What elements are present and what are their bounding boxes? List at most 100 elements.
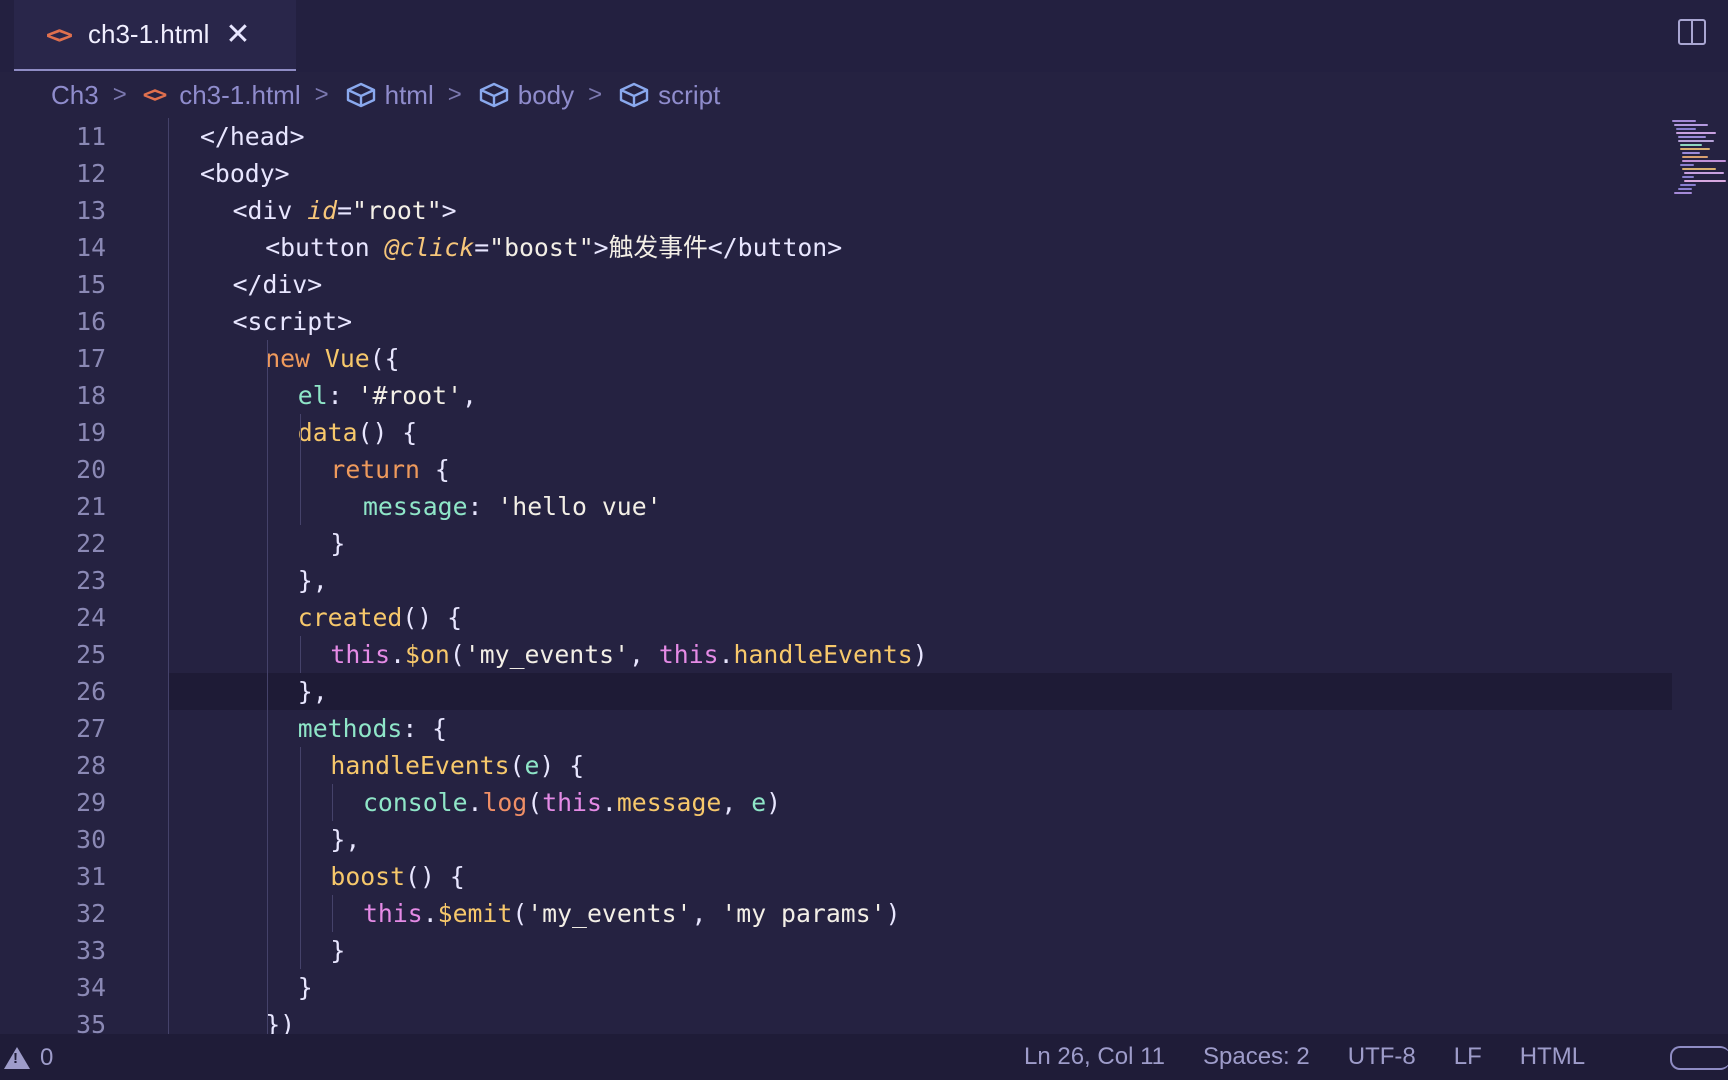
notifications-icon[interactable]	[1670, 1046, 1728, 1070]
line-number: 24	[76, 603, 106, 632]
code-token: }	[330, 936, 346, 965]
tab-ch3-1-html[interactable]: <> ch3-1.html ✕	[14, 0, 296, 71]
code-token: 'my_events'	[527, 899, 692, 928]
cursor-position[interactable]: Ln 26, Col 11	[1024, 1043, 1165, 1071]
breadcrumb-script[interactable]: script	[618, 80, 720, 111]
code-token: "boost"	[489, 233, 594, 262]
code-line[interactable]: 14 <button @click="boost">触发事件</button>	[0, 229, 1728, 266]
code-token: 'my_events'	[464, 640, 630, 669]
line-number: 29	[76, 788, 106, 817]
code-token: created	[297, 603, 403, 632]
minimap[interactable]	[1670, 118, 1726, 208]
code-text: <button @click="boost">触发事件</button>	[265, 229, 842, 266]
code-token: @click	[384, 233, 475, 262]
code-token: <button	[265, 233, 385, 262]
breadcrumb-html[interactable]: html	[345, 80, 434, 111]
code-line[interactable]: 22}	[0, 525, 1728, 562]
code-token: <script>	[232, 307, 353, 336]
line-number: 16	[76, 307, 106, 336]
end-of-line[interactable]: LF	[1454, 1043, 1482, 1071]
code-line[interactable]: 31 boost() {	[0, 858, 1728, 895]
split-editor-icon[interactable]	[1678, 19, 1706, 45]
code-line[interactable]: 11 </head>	[0, 118, 1728, 155]
encoding[interactable]: UTF-8	[1348, 1043, 1416, 1071]
language-mode[interactable]: HTML	[1520, 1043, 1585, 1071]
cube-icon	[479, 82, 508, 108]
code-line[interactable]: 16 <script>	[0, 303, 1728, 340]
code-line[interactable]: 20 return {	[0, 451, 1728, 488]
code-line[interactable]: 25 this.$on('my_events', this.handleEvent…	[0, 636, 1728, 673]
code-token: },	[330, 825, 361, 854]
code-text: console.log(this.message, e)	[363, 784, 781, 821]
code-text: }	[330, 525, 345, 562]
code-line[interactable]: 27 methods: {	[0, 710, 1728, 747]
code-line[interactable]: 29 console.log(this.message, e)	[0, 784, 1728, 821]
breadcrumb-body[interactable]: body	[478, 80, 574, 111]
line-number: 12	[76, 159, 106, 188]
code-token: console	[363, 788, 468, 817]
code-line[interactable]: 19 data() {	[0, 414, 1728, 451]
indentation[interactable]: Spaces: 2	[1203, 1043, 1310, 1071]
line-number: 21	[76, 492, 106, 521]
code-text: methods: {	[298, 710, 447, 747]
chevron-right-icon: >	[447, 81, 462, 108]
line-number: 15	[76, 270, 106, 299]
code-text: <script>	[233, 303, 352, 340]
breadcrumb-folder[interactable]: Ch3	[51, 80, 99, 111]
code-line[interactable]: 30},	[0, 821, 1728, 858]
code-token: <div	[232, 196, 308, 225]
code-token: </head>	[200, 122, 305, 151]
line-number: 26	[76, 677, 106, 706]
code-token: 'hello vue'	[497, 492, 662, 521]
code-token: return	[330, 455, 435, 484]
breadcrumb-script-label: script	[658, 79, 721, 110]
code-text: message: 'hello vue'	[363, 488, 662, 525]
code-token: )	[885, 899, 901, 928]
indent-guide	[168, 118, 169, 1034]
breadcrumb-file[interactable]: <> ch3-1.html	[143, 80, 301, 111]
code-token: ,	[691, 899, 722, 928]
code-line[interactable]: 34}	[0, 969, 1728, 1006]
chevron-right-icon: >	[588, 81, 603, 108]
breadcrumb-html-label: html	[384, 79, 434, 110]
warning-icon	[4, 1047, 30, 1069]
code-text: }	[298, 969, 313, 1006]
code-line[interactable]: 33}	[0, 932, 1728, 969]
code-line[interactable]: 35})	[0, 1006, 1728, 1034]
code-token: (	[449, 640, 465, 669]
code-text: return {	[330, 451, 449, 488]
close-icon[interactable]: ✕	[225, 19, 250, 50]
code-token: }	[330, 529, 346, 558]
line-number: 19	[76, 418, 106, 447]
code-line[interactable]: 32 this.$emit('my_events', 'my params')	[0, 895, 1728, 932]
line-number: 32	[76, 899, 106, 928]
code-token: .	[601, 788, 617, 817]
code-token: this	[363, 899, 423, 928]
code-line[interactable]: 15 </div>	[0, 266, 1728, 303]
code-token: },	[297, 677, 328, 706]
code-token: id	[307, 196, 338, 225]
line-number: 20	[76, 455, 106, 484]
line-number: 27	[76, 714, 106, 743]
code-line[interactable]: 13 <div id="root">	[0, 192, 1728, 229]
code-line[interactable]: 28 handleEvents(e) {	[0, 747, 1728, 784]
code-line[interactable]: 18 el: '#root',	[0, 377, 1728, 414]
code-token: message	[616, 788, 722, 817]
code-line[interactable]: 23},	[0, 562, 1728, 599]
code-line[interactable]: 12 <body>	[0, 155, 1728, 192]
code-token: handleEvents	[733, 640, 913, 669]
code-token: )	[766, 788, 782, 817]
code-token: () {	[357, 418, 418, 447]
code-line[interactable]: 21 message: 'hello vue'	[0, 488, 1728, 525]
status-bar: 0 Ln 26, Col 11 Spaces: 2 UTF-8 LF HTML	[0, 1034, 1728, 1080]
code-line[interactable]: 17 new Vue({	[0, 340, 1728, 377]
code-token: ,	[629, 640, 659, 669]
problems-indicator[interactable]: 0	[4, 1044, 53, 1072]
code-line[interactable]: 24 created() {	[0, 599, 1728, 636]
code-token: (	[527, 788, 543, 817]
code-line[interactable]: 26},	[0, 673, 1728, 710]
indent-guide	[332, 784, 334, 821]
code-editor[interactable]: 11 </head> 12 <body> 13 <div id="root"> 14 <but…	[0, 118, 1728, 1034]
code-token: e	[751, 788, 767, 817]
line-number: 14	[76, 233, 106, 262]
